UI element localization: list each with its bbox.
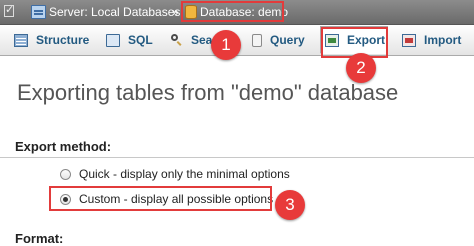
search-icon — [171, 34, 183, 46]
tab-search-label: Sea — [191, 33, 213, 47]
tab-search[interactable]: Sea — [171, 27, 212, 53]
page-title: Exporting tables from "demo" database — [17, 80, 399, 105]
export-method-quick-option[interactable]: Quick - display only the minimal options — [60, 167, 290, 181]
export-method-heading: Export method: — [15, 139, 112, 154]
format-heading: Format: — [15, 231, 64, 246]
quick-radio[interactable] — [60, 168, 71, 180]
tab-query[interactable]: Query — [252, 27, 305, 53]
breadcrumb-server[interactable]: Server: Local Databases — [31, 0, 180, 24]
tab-sql-label: SQL — [128, 33, 153, 47]
step-badge-1: 1 — [211, 30, 241, 60]
quick-option-label: Quick - display only the minimal options — [79, 167, 290, 181]
tab-import-label: Import — [424, 33, 462, 47]
highlight-box-custom — [49, 186, 272, 211]
sql-icon — [106, 33, 120, 47]
section-divider — [0, 157, 474, 158]
step-badge-2: 2 — [346, 53, 376, 83]
server-icon — [31, 5, 46, 19]
tab-import[interactable]: Import — [402, 27, 461, 53]
query-icon — [252, 33, 262, 47]
tab-structure[interactable]: Structure — [14, 27, 89, 53]
tab-sql[interactable]: SQL — [106, 27, 153, 53]
highlight-box-database — [181, 1, 284, 22]
structure-icon — [14, 33, 28, 47]
tab-query-label: Query — [270, 33, 305, 47]
tab-structure-label: Structure — [36, 33, 90, 47]
checkbox-icon — [4, 3, 14, 17]
breadcrumb-server-label: Server: Local Databases — [49, 5, 181, 19]
import-icon — [402, 33, 416, 47]
step-badge-3: 3 — [275, 190, 305, 220]
breadcrumb-separator: » — [172, 5, 179, 19]
